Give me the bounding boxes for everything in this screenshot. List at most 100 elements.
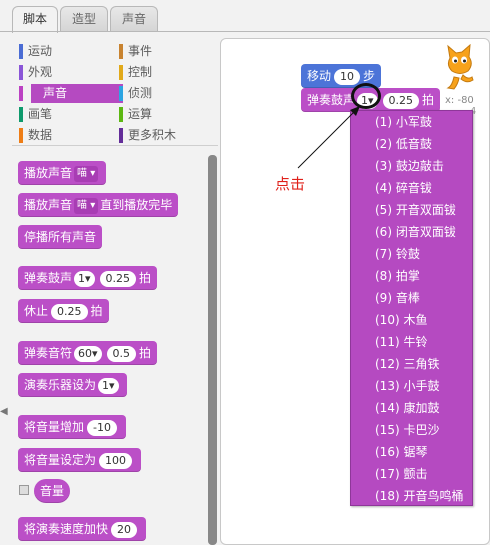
category-swatch: [119, 44, 123, 59]
drum-dropdown[interactable]: 1▾: [74, 270, 95, 287]
category-label: 外观: [28, 65, 53, 79]
tab-divider: [0, 31, 490, 32]
menu-item-drum-13[interactable]: (13) 小手鼓: [351, 375, 474, 397]
block-play-sound[interactable]: 播放声音喵 ▾: [18, 161, 107, 185]
block-label: 音量: [40, 484, 65, 498]
block-label: 将音量增加: [24, 420, 85, 434]
volume-input[interactable]: -10: [87, 419, 117, 436]
menu-item-drum-15[interactable]: (15) 卡巴沙: [351, 419, 474, 441]
note-dropdown[interactable]: 60▾: [74, 345, 102, 362]
block-label: 播放声音: [24, 198, 73, 212]
block-label: 播放声音: [24, 166, 73, 180]
block-label: 休止: [24, 304, 49, 318]
block-set-instrument[interactable]: 演奏乐器设为 1▾: [18, 373, 127, 397]
block-suffix: 拍: [139, 271, 152, 285]
palette-scrollbar[interactable]: [208, 155, 217, 545]
sound-dropdown[interactable]: 喵 ▾: [74, 165, 99, 182]
block-label: 停播所有声音: [24, 230, 97, 244]
category-swatch: [19, 86, 23, 101]
block-suffix: 拍: [90, 304, 103, 318]
block-play-drum[interactable]: 弹奏鼓声 1▾ 0.25 拍: [18, 266, 158, 290]
category-label: 画笔: [28, 107, 53, 121]
category-swatch: [119, 107, 123, 122]
category-swatch: [119, 65, 123, 80]
block-suffix: 拍: [139, 346, 152, 360]
menu-item-drum-16[interactable]: (16) 锯琴: [351, 441, 474, 463]
menu-item-drum-6[interactable]: (6) 闭音双面钹: [351, 221, 474, 243]
block-rest[interactable]: 休止 0.25 拍: [18, 299, 109, 323]
menu-item-drum-10[interactable]: (10) 木鱼: [351, 309, 474, 331]
block-set-volume[interactable]: 将音量设定为 100: [18, 448, 142, 472]
menu-item-drum-4[interactable]: (4) 碎音钹: [351, 177, 474, 199]
tab-sounds[interactable]: 声音: [110, 6, 158, 32]
dropdown-value: 1: [102, 378, 110, 392]
block-play-sound-until-done[interactable]: 播放声音喵 ▾ 直到播放完毕: [18, 193, 179, 217]
block-suffix: 步: [363, 69, 376, 83]
beats-input[interactable]: 0.25: [382, 92, 420, 109]
category-pen[interactable]: 画笔: [19, 105, 52, 124]
beats-input[interactable]: 0.5: [106, 345, 137, 362]
category-label: 更多积木: [128, 128, 177, 142]
block-suffix: 直到播放完毕: [100, 198, 173, 212]
sprite-x-readout: x: -80: [445, 95, 474, 106]
annotation-label: 点击: [275, 175, 306, 193]
category-label: 数据: [28, 128, 53, 142]
block-suffix: 拍: [422, 93, 435, 107]
category-swatch: [19, 44, 23, 59]
category-sensing[interactable]: 侦测: [119, 84, 152, 103]
menu-item-drum-14[interactable]: (14) 康加鼓: [351, 397, 474, 419]
beats-input[interactable]: 0.25: [51, 303, 88, 320]
menu-item-drum-2[interactable]: (2) 低音鼓: [351, 133, 474, 155]
category-label: 事件: [128, 44, 153, 58]
block-label: 将演奏速度加快: [24, 522, 109, 536]
category-label: 控制: [128, 65, 153, 79]
category-motion[interactable]: 运动: [19, 42, 52, 61]
menu-item-drum-12[interactable]: (12) 三角铁: [351, 353, 474, 375]
sound-dropdown[interactable]: 喵 ▾: [74, 197, 99, 214]
menu-item-drum-8[interactable]: (8) 拍掌: [351, 265, 474, 287]
tempo-input[interactable]: 20: [111, 521, 138, 538]
category-data[interactable]: 数据: [19, 126, 52, 145]
volume-input[interactable]: 100: [99, 452, 133, 469]
drum-dropdown-menu: (1) 小军鼓 (2) 低音鼓 (3) 鼓边敲击 (4) 碎音钹 (5) 开音双…: [350, 110, 473, 506]
tab-costumes[interactable]: 造型: [60, 6, 108, 32]
category-looks[interactable]: 外观: [19, 63, 52, 82]
category-sound[interactable]: 声音: [19, 84, 123, 103]
menu-item-drum-3[interactable]: (3) 鼓边敲击: [351, 155, 474, 177]
dropdown-value: 60: [78, 346, 93, 360]
category-label: 运动: [28, 44, 53, 58]
menu-item-drum-11[interactable]: (11) 牛铃: [351, 331, 474, 353]
beats-input[interactable]: 0.25: [99, 270, 137, 287]
menu-item-drum-17[interactable]: (17) 颤击: [351, 463, 474, 485]
dropdown-value: 喵: [77, 199, 88, 211]
block-label: 演奏乐器设为: [24, 378, 97, 392]
block-label: 弹奏音符: [24, 346, 73, 360]
menu-item-drum-18[interactable]: (18) 开音鸟鸣桶: [351, 485, 474, 507]
collapse-handle-icon[interactable]: ◀: [0, 406, 10, 420]
menu-item-drum-9[interactable]: (9) 音棒: [351, 287, 474, 309]
instrument-dropdown[interactable]: 1▾: [98, 377, 119, 394]
category-list: 运动 外观 声音 画笔 数据 事件 控制 侦测 运算 更多积木: [12, 34, 218, 146]
category-swatch: [19, 107, 23, 122]
category-control[interactable]: 控制: [119, 63, 152, 82]
block-change-tempo[interactable]: 将演奏速度加快 20: [18, 517, 147, 541]
volume-checkbox[interactable]: [19, 485, 29, 495]
category-events[interactable]: 事件: [119, 42, 152, 61]
sprite-cat-icon: [446, 44, 474, 90]
reporter-volume[interactable]: 音量: [34, 479, 71, 503]
steps-input[interactable]: 10: [334, 68, 361, 85]
dropdown-value: 喵: [77, 167, 88, 179]
block-stop-all-sounds[interactable]: 停播所有声音: [18, 225, 103, 249]
category-more-blocks[interactable]: 更多积木: [119, 126, 176, 145]
block-label: 弹奏鼓声: [24, 271, 73, 285]
tab-scripts[interactable]: 脚本: [12, 6, 58, 33]
scrollbar-thumb[interactable]: [208, 155, 217, 545]
menu-item-drum-7[interactable]: (7) 铃鼓: [351, 243, 474, 265]
category-swatch: [119, 128, 123, 143]
menu-item-drum-5[interactable]: (5) 开音双面钹: [351, 199, 474, 221]
category-operators[interactable]: 运算: [119, 105, 152, 124]
menu-item-drum-1[interactable]: (1) 小军鼓: [351, 111, 474, 133]
block-play-note[interactable]: 弹奏音符 60▾ 0.5 拍: [18, 341, 158, 365]
category-label: 运算: [128, 107, 153, 121]
block-change-volume[interactable]: 将音量增加 -10: [18, 415, 126, 439]
